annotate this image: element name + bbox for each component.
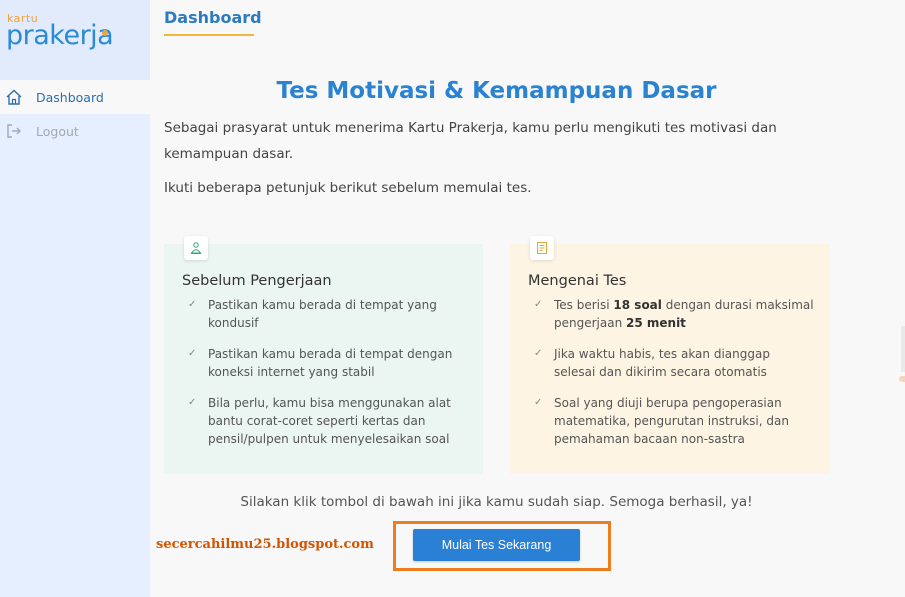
sidebar-item-dashboard[interactable]: Dashboard xyxy=(0,80,150,114)
card-before-test: Sebelum Pengerjaan ✓ Pastikan kamu berada… xyxy=(164,236,483,474)
person-icon xyxy=(184,236,208,260)
list-item-text: Pastikan kamu berada di tempat dengan ko… xyxy=(208,347,453,379)
page-title: Dashboard xyxy=(164,8,262,27)
logo-big-text: prakerja xyxy=(6,20,114,51)
list-item: ✓ Soal yang diuji berupa pengoperasian ma… xyxy=(534,394,814,448)
list-item: ✓ Jika waktu habis, tes akan dianggap sel… xyxy=(534,345,814,381)
list-item: ✓ Bila perlu, kamu bisa menggunakan alat … xyxy=(188,394,467,448)
card-list: ✓ Tes berisi 18 soal dengan durasi maksim… xyxy=(534,296,814,461)
floating-dot xyxy=(899,376,905,382)
list-item-text: Bila perlu, kamu bisa menggunakan alat b… xyxy=(208,396,451,446)
scrollbar-edge xyxy=(901,326,905,372)
sidebar-item-label: Dashboard xyxy=(36,89,104,105)
logo[interactable]: kartu prakerja xyxy=(0,0,150,80)
list-item: ✓ Pastikan kamu berada di tempat yang kon… xyxy=(188,296,467,332)
card-title: Sebelum Pengerjaan xyxy=(182,273,332,289)
start-test-button[interactable]: Mulai Tes Sekarang xyxy=(413,529,580,561)
logo-dot xyxy=(102,30,108,36)
list-item-text: Pastikan kamu berada di tempat yang kond… xyxy=(208,298,437,330)
intro-text: Sebagai prasyarat untuk menerima Kartu P… xyxy=(164,120,777,162)
check-icon: ✓ xyxy=(188,397,197,408)
logout-icon xyxy=(4,121,24,141)
home-icon xyxy=(4,87,24,107)
sidebar-item-logout[interactable]: Logout xyxy=(0,114,150,148)
ready-text: Silakan klik tombol di bawah ini jika ka… xyxy=(240,494,753,510)
list-item-text: Tes berisi 18 soal dengan durasi maksima… xyxy=(554,298,814,330)
instruction-text: Ikuti beberapa petunjuk berikut sebelum … xyxy=(164,180,532,196)
card-list: ✓ Pastikan kamu berada di tempat yang kon… xyxy=(188,296,467,461)
list-item: ✓ Pastikan kamu berada di tempat dengan k… xyxy=(188,345,467,381)
check-icon: ✓ xyxy=(188,348,197,359)
title-underline xyxy=(164,34,254,36)
watermark-text: secercahilmu25.blogspot.com xyxy=(156,537,374,552)
sidebar: kartu prakerja Dashboard Logout xyxy=(0,0,150,597)
card-title: Mengenai Tes xyxy=(528,273,627,289)
test-title: Tes Motivasi & Kemampuan Dasar xyxy=(276,78,717,104)
sidebar-item-label: Logout xyxy=(36,123,79,139)
list-item: ✓ Tes berisi 18 soal dengan durasi maksim… xyxy=(534,296,814,332)
list-item-text: Soal yang diuji berupa pengoperasian mat… xyxy=(554,396,789,446)
check-icon: ✓ xyxy=(534,299,543,310)
check-icon: ✓ xyxy=(534,348,543,359)
check-icon: ✓ xyxy=(188,299,197,310)
document-icon xyxy=(530,236,554,260)
check-icon: ✓ xyxy=(534,397,543,408)
list-item-text: Jika waktu habis, tes akan dianggap sele… xyxy=(554,347,770,379)
main-content: Dashboard Tes Motivasi & Kemampuan Dasar… xyxy=(150,0,905,597)
card-about-test: Mengenai Tes ✓ Tes berisi 18 soal dengan … xyxy=(510,236,830,474)
